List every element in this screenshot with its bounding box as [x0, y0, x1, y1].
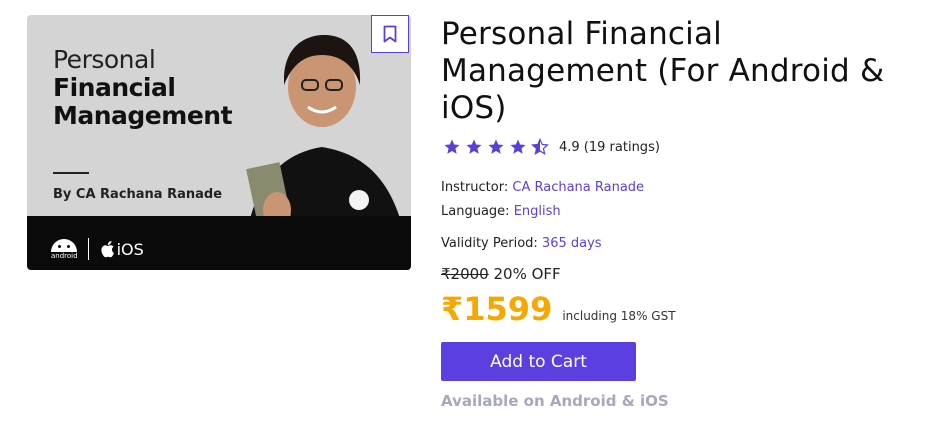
ios-logo: iOS	[99, 240, 144, 259]
validity-label: Validity Period:	[441, 236, 538, 251]
half-star-icon	[531, 138, 549, 155]
original-price-row: ₹2000 20% OFF	[441, 265, 561, 283]
star-icon	[444, 139, 460, 154]
bookmark-button[interactable]	[371, 15, 409, 53]
star-icon	[510, 139, 526, 154]
validity-row: Validity Period: 365 days	[441, 236, 602, 251]
original-price: ₹2000	[441, 265, 489, 283]
rating-stars	[443, 138, 549, 156]
current-price: ₹1599	[441, 290, 553, 328]
thumbnail-title-line3: Management	[53, 101, 233, 130]
instructor-label: Instructor:	[441, 180, 509, 195]
platform-logos: android iOS	[51, 238, 144, 260]
star-icon	[466, 139, 482, 154]
star-icon	[488, 139, 504, 154]
language-row: Language: English	[441, 204, 561, 219]
validity-value: 365 days	[541, 236, 602, 251]
instructor-link[interactable]: CA Rachana Ranade	[512, 180, 644, 195]
availability-note: Available on Android & iOS	[441, 392, 669, 410]
instructor-row: Instructor: CA Rachana Ranade	[441, 180, 644, 195]
android-label: android	[51, 251, 78, 260]
course-thumbnail[interactable]: Personal Financial Management By CA Rach…	[27, 15, 411, 270]
discount-badge: 20% OFF	[493, 265, 561, 283]
platform-divider	[87, 238, 89, 260]
thumbnail-byline: By CA Rachana Ranade	[53, 187, 223, 202]
current-price-row: ₹1599 including 18% GST	[441, 290, 676, 328]
thumbnail-title-line1: Personal	[53, 45, 156, 74]
ios-label: iOS	[116, 239, 144, 259]
rating-text: 4.9 (19 ratings)	[559, 139, 660, 155]
apple-icon	[101, 241, 114, 258]
language-value: English	[513, 204, 561, 219]
android-icon	[51, 238, 78, 252]
course-title: Personal Financial Management (For Andro…	[441, 16, 885, 126]
thumbnail-title-line2: Financial	[53, 73, 176, 102]
android-logo: android	[51, 238, 78, 260]
course-rating: 4.9 (19 ratings)	[443, 138, 660, 156]
tax-note: including 18% GST	[562, 309, 676, 323]
thumbnail-divider	[53, 172, 89, 174]
language-label: Language:	[441, 204, 510, 219]
add-to-cart-button[interactable]: Add to Cart	[441, 342, 636, 381]
bookmark-icon	[383, 25, 397, 43]
